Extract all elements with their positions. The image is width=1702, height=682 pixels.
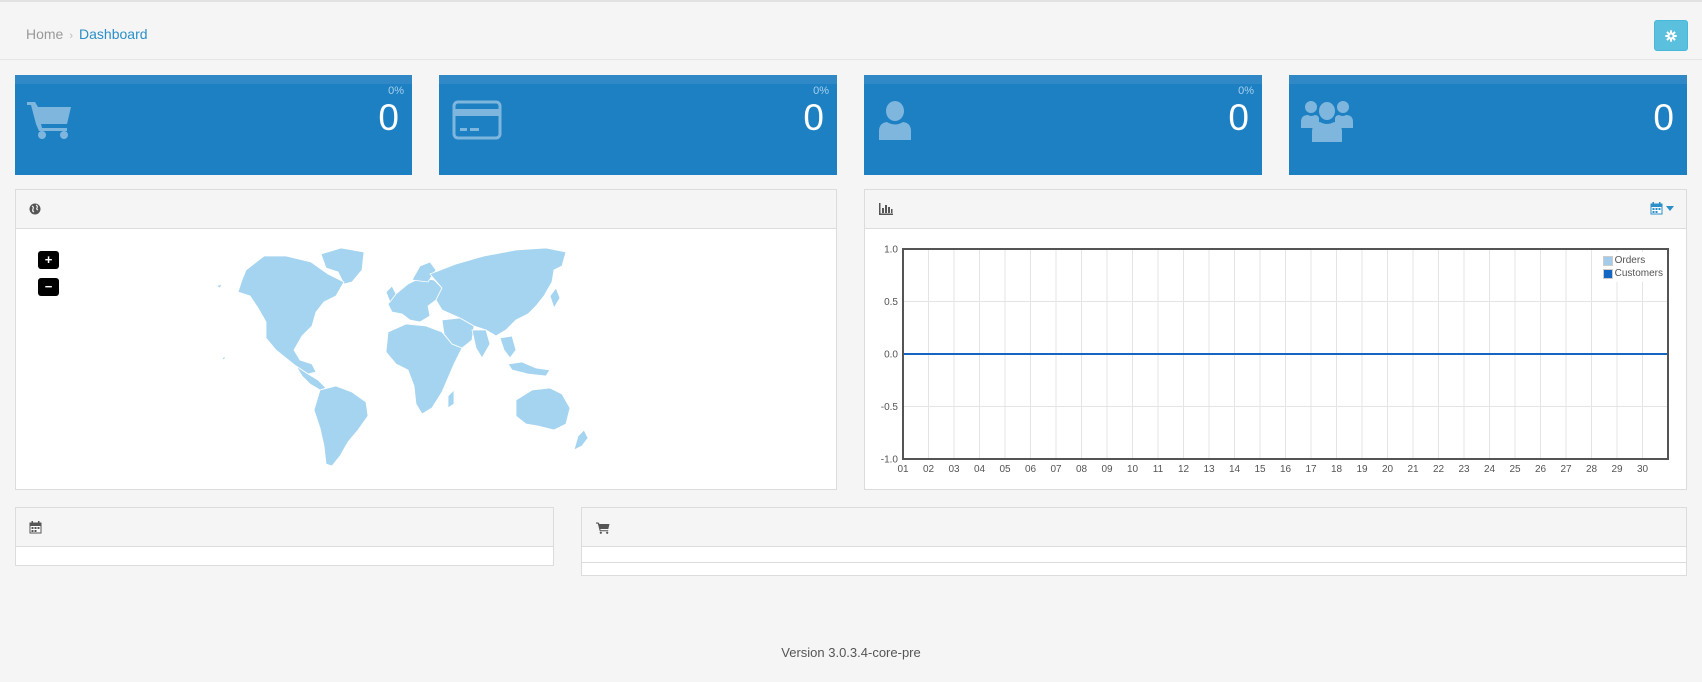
legend-swatch xyxy=(1602,268,1613,279)
chart-panel-header xyxy=(865,190,1686,229)
x-tick-label: 21 xyxy=(1407,464,1419,475)
world-map[interactable] xyxy=(216,240,636,470)
x-tick-label: 16 xyxy=(1280,464,1292,475)
map-australia xyxy=(515,387,571,431)
stat-value: 0 xyxy=(803,97,824,138)
x-tick-label: 12 xyxy=(1178,464,1190,475)
x-tick-label: 22 xyxy=(1433,464,1445,475)
gear-icon xyxy=(1665,29,1677,42)
legend-item-customers[interactable]: Customers xyxy=(1602,267,1663,280)
map-southeast-asia xyxy=(499,335,517,359)
chart-panel: 1.0 0.5 0.0 -0.5 -1.0 01 02 03 04 05 06 07 08 09 10 11… xyxy=(864,189,1687,490)
x-tick-label: 14 xyxy=(1229,464,1241,475)
x-tick-label: 05 xyxy=(999,464,1011,475)
user-icon xyxy=(879,101,911,140)
y-tick-label: -0.5 xyxy=(881,402,899,413)
stat-tile-orders[interactable]: 0% 0 xyxy=(15,75,412,175)
map-madagascar xyxy=(447,389,455,409)
x-tick-label: 26 xyxy=(1535,464,1547,475)
x-tick-label: 27 xyxy=(1560,464,1572,475)
x-tick-label: 02 xyxy=(923,464,935,475)
x-tick-label: 03 xyxy=(948,464,960,475)
breadcrumb-home[interactable]: Home xyxy=(26,26,63,42)
page-header: Home › Dashboard xyxy=(0,2,1702,60)
stat-percent: 0% xyxy=(813,85,829,97)
users-icon xyxy=(1301,101,1353,142)
y-tick-label: -1.0 xyxy=(881,455,899,466)
map-south-america xyxy=(313,385,369,467)
map-indonesia xyxy=(507,361,551,377)
map-panel-header xyxy=(16,190,836,229)
globe-icon xyxy=(29,203,41,215)
shopping-cart-icon xyxy=(596,522,610,534)
line-chart: 1.0 0.5 0.0 -0.5 -1.0 01 02 03 04 05 06 07 08 09 10 11… xyxy=(881,245,1669,475)
calendar-panel xyxy=(15,507,554,566)
chart-range-dropdown[interactable] xyxy=(1650,202,1674,215)
x-tick-label: 13 xyxy=(1203,464,1215,475)
breadcrumb: Home › Dashboard xyxy=(26,26,148,42)
x-tick-label: 06 xyxy=(1025,464,1037,475)
x-tick-label: 07 xyxy=(1050,464,1062,475)
y-tick-label: 0.0 xyxy=(884,350,898,361)
x-tick-label: 08 xyxy=(1076,464,1088,475)
map-europe xyxy=(387,277,443,323)
calendar-icon xyxy=(29,521,42,534)
bar-chart-icon xyxy=(879,203,893,215)
x-tick-label: 19 xyxy=(1356,464,1368,475)
legend-label: Customers xyxy=(1614,268,1663,279)
credit-card-icon xyxy=(452,100,502,140)
y-tick-label: 1.0 xyxy=(884,245,898,256)
shopping-cart-icon xyxy=(27,102,71,139)
x-tick-label: 30 xyxy=(1637,464,1649,475)
legend-swatch xyxy=(1602,255,1613,266)
stat-tile-customers[interactable]: 0% 0 xyxy=(864,75,1262,175)
chevron-down-icon xyxy=(1666,206,1674,211)
x-tick-label: 04 xyxy=(974,464,986,475)
stat-percent: 0% xyxy=(388,85,404,97)
stat-value: 0 xyxy=(1228,97,1249,138)
map-japan xyxy=(549,287,561,309)
stat-value: 0 xyxy=(378,97,399,138)
x-tick-label: 25 xyxy=(1509,464,1521,475)
recent-orders-row-divider xyxy=(582,562,1686,563)
recent-orders-panel-header xyxy=(582,508,1686,547)
settings-button[interactable] xyxy=(1654,20,1688,51)
chart-legend: Orders Customers xyxy=(1599,252,1666,282)
map-new-zealand xyxy=(573,429,589,451)
x-tick-label: 09 xyxy=(1101,464,1113,475)
map-scandinavia xyxy=(411,261,437,283)
x-tick-label: 20 xyxy=(1382,464,1394,475)
x-tick-label: 17 xyxy=(1305,464,1317,475)
x-tick-label: 15 xyxy=(1254,464,1266,475)
map-zoom-out-button[interactable]: − xyxy=(38,278,59,296)
x-tick-label: 18 xyxy=(1331,464,1343,475)
x-tick-label: 29 xyxy=(1611,464,1623,475)
footer-version: Version 3.0.3.4-core-pre xyxy=(781,645,921,660)
calendar-panel-header xyxy=(16,508,553,547)
x-tick-label: 28 xyxy=(1586,464,1598,475)
stat-value: 0 xyxy=(1653,97,1674,138)
map-panel: + − xyxy=(15,189,837,490)
x-tick-label: 24 xyxy=(1484,464,1496,475)
y-tick-label: 0.5 xyxy=(884,297,898,308)
x-tick-label: 11 xyxy=(1153,464,1164,475)
legend-label: Orders xyxy=(1614,255,1646,266)
x-tick-label: 10 xyxy=(1127,464,1139,475)
calendar-icon xyxy=(1650,202,1663,215)
stat-percent: 0% xyxy=(1238,85,1254,97)
map-zoom-in-button[interactable]: + xyxy=(38,251,59,269)
stat-tile-visitors[interactable]: 0 xyxy=(1289,75,1687,175)
x-tick-label: 23 xyxy=(1458,464,1470,475)
breadcrumb-current[interactable]: Dashboard xyxy=(79,26,148,42)
breadcrumb-separator: › xyxy=(69,30,74,42)
stat-tile-sales[interactable]: 0% 0 xyxy=(439,75,837,175)
x-tick-label: 01 xyxy=(897,464,909,475)
recent-orders-panel xyxy=(581,507,1687,576)
map-north-america xyxy=(237,255,345,375)
legend-item-orders[interactable]: Orders xyxy=(1602,254,1663,267)
map-india xyxy=(471,329,491,359)
